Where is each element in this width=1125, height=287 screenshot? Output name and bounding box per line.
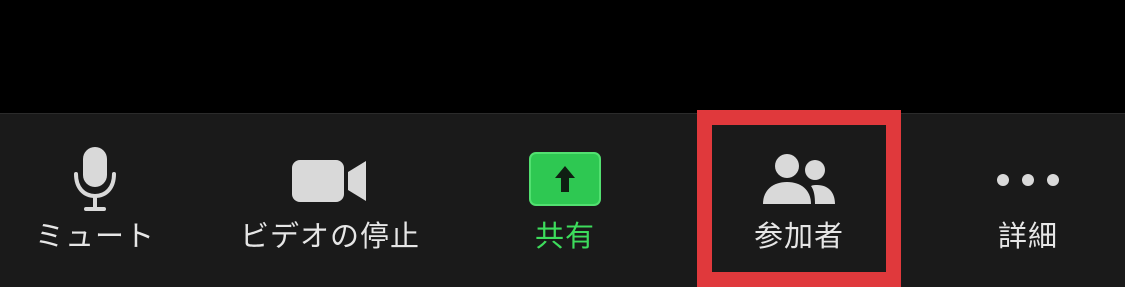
stop-video-label: ビデオの停止 [239,219,420,253]
participants-icon [763,154,835,204]
participants-button[interactable]: 参加者 [697,114,901,287]
more-dots-icon [997,174,1059,186]
more-button[interactable]: 詳細 [958,114,1098,287]
mute-button[interactable]: ミュート [20,114,170,287]
share-arrow-up-icon [529,152,601,206]
microphone-icon [74,147,116,211]
stop-video-button[interactable]: ビデオの停止 [220,114,440,287]
meeting-toolbar: ミュート ビデオの停止 共有 参加者 詳細 [0,113,1125,287]
participants-label: 参加者 [753,219,844,253]
share-button[interactable]: 共有 [495,114,635,287]
mute-label: ミュート [34,219,155,253]
meeting-screen: ミュート ビデオの停止 共有 参加者 詳細 [0,0,1125,287]
more-label: 詳細 [997,219,1058,253]
video-camera-icon [292,160,366,202]
share-label: 共有 [534,219,595,253]
